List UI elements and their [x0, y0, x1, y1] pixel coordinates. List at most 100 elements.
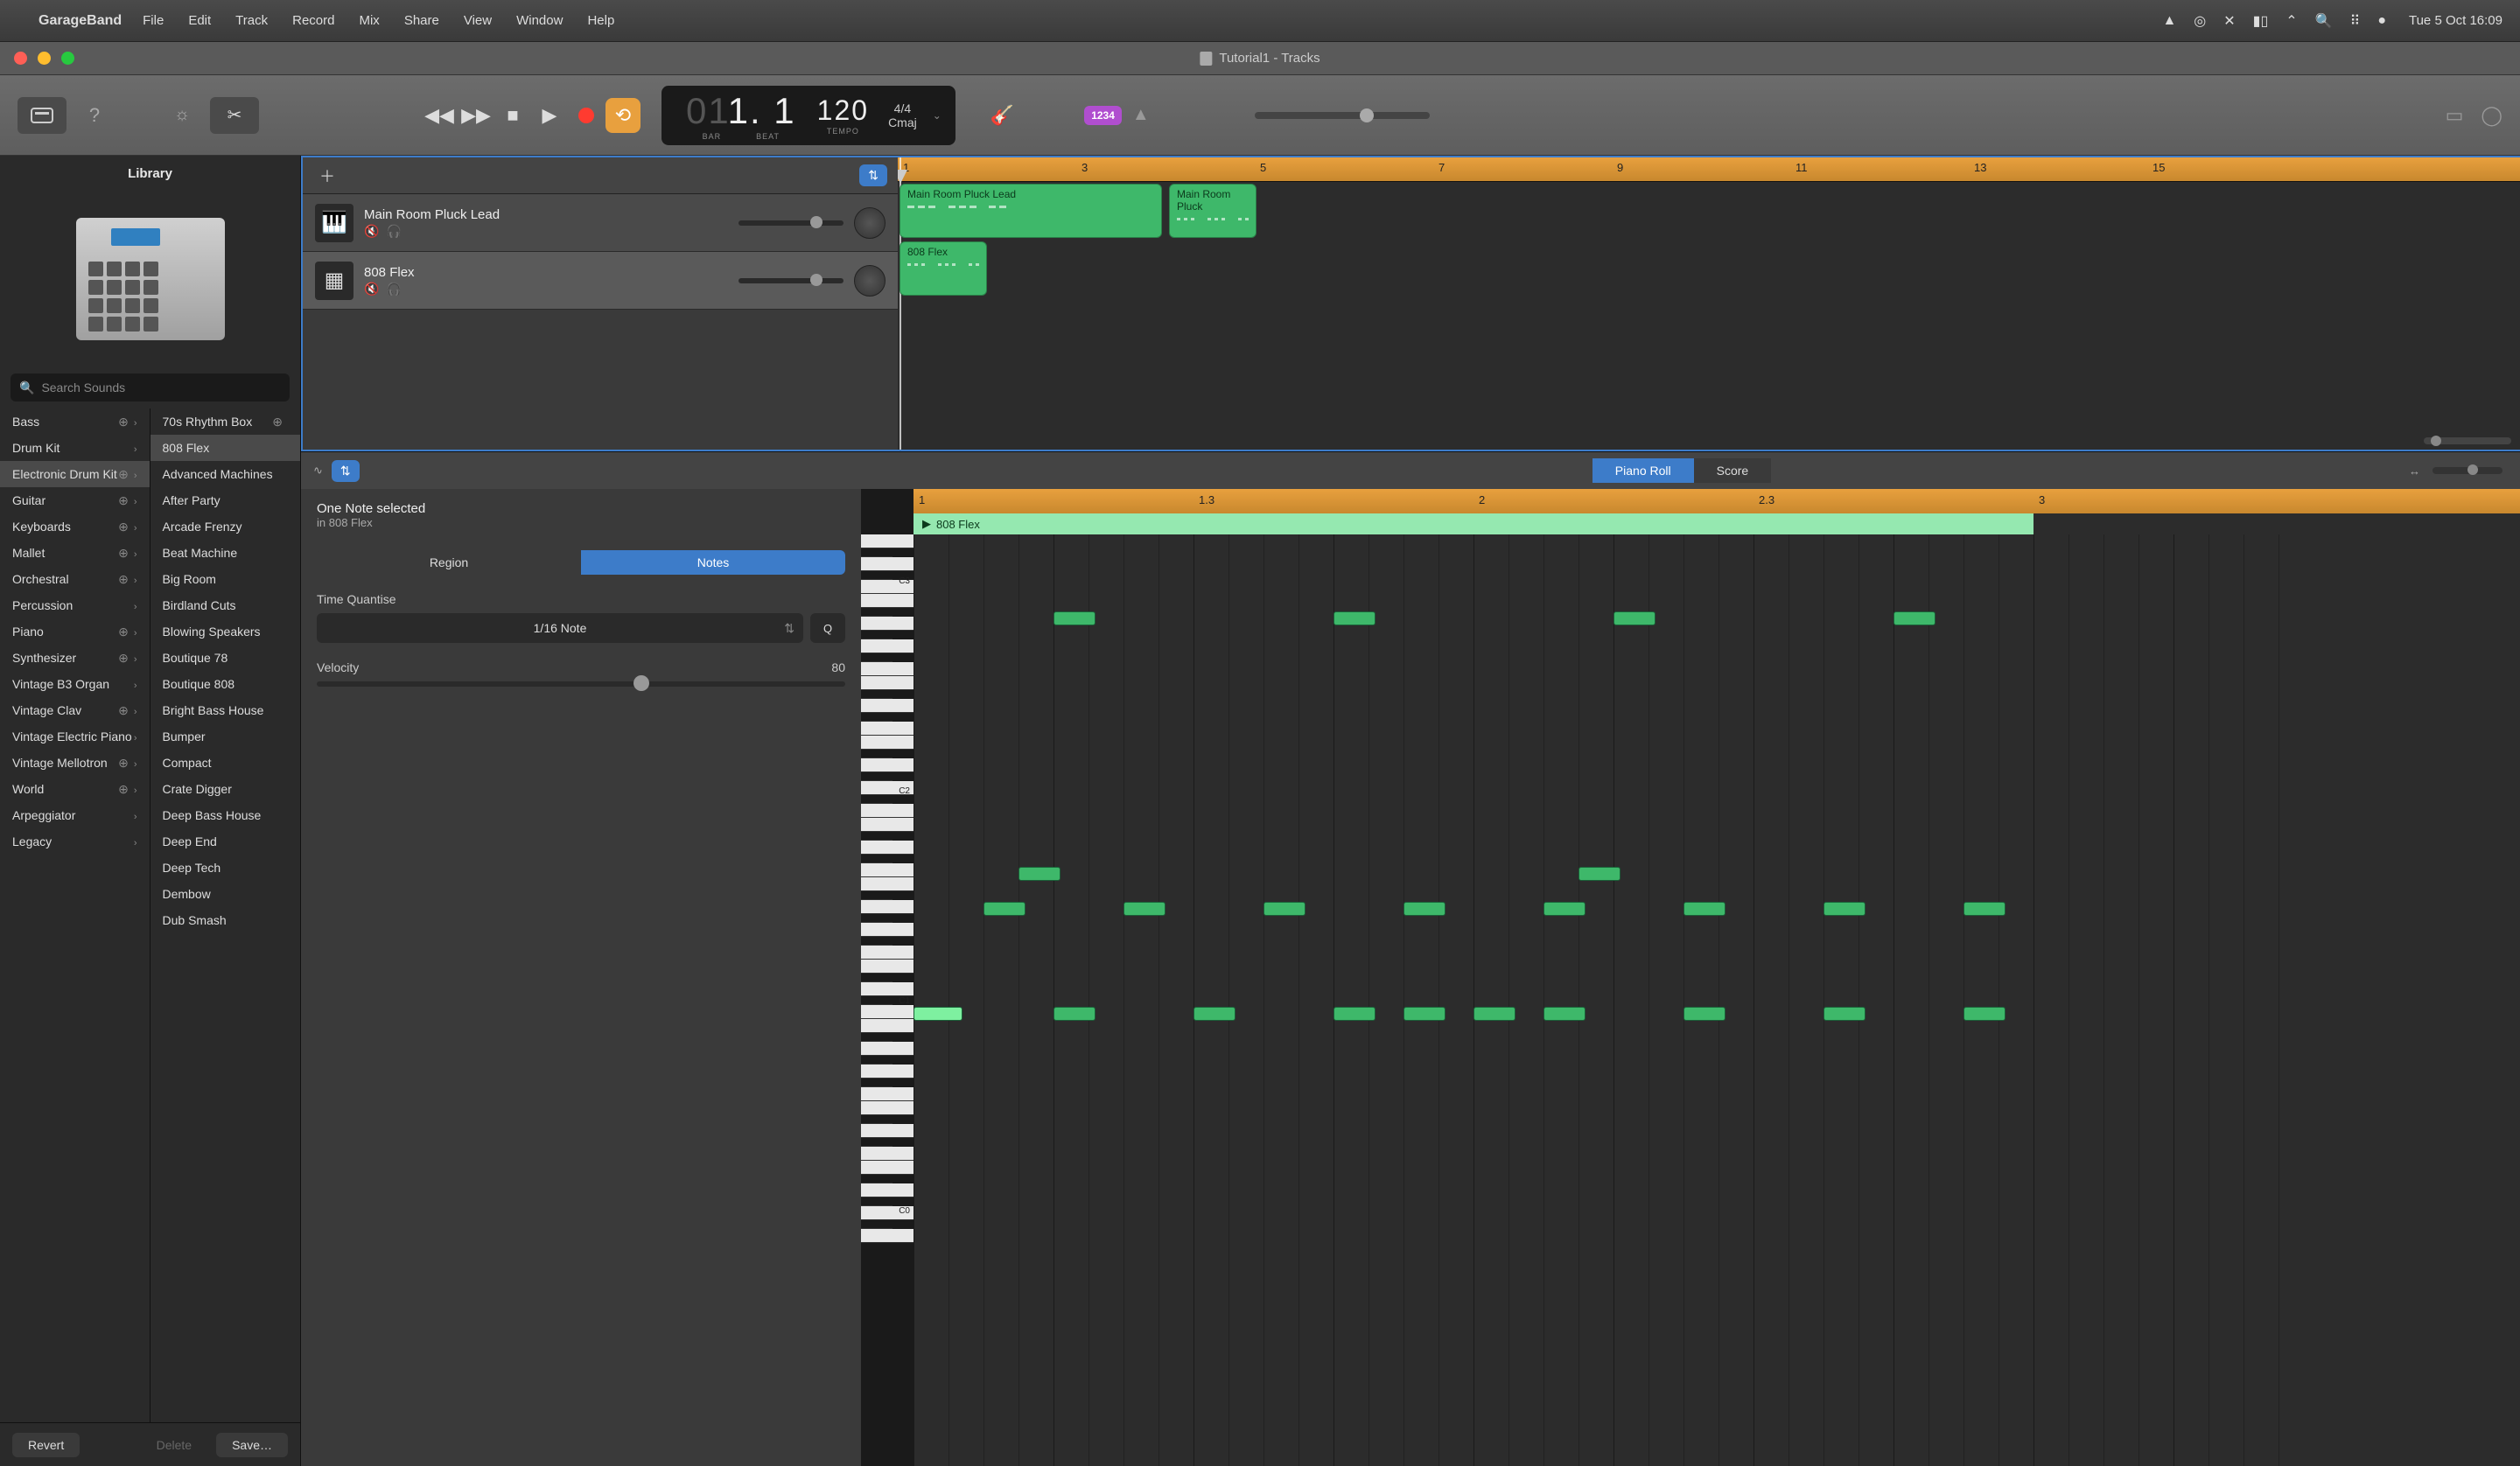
- headphone-button[interactable]: 🎧: [386, 224, 401, 239]
- metronome-button[interactable]: ▲: [1132, 105, 1150, 125]
- menu-help[interactable]: Help: [587, 13, 614, 28]
- library-toggle-button[interactable]: [18, 97, 66, 134]
- preset-item[interactable]: Bright Bass House: [150, 697, 301, 723]
- category-item[interactable]: Mallet⊕›: [0, 540, 150, 566]
- category-item[interactable]: Synthesizer⊕›: [0, 645, 150, 671]
- lcd-display[interactable]: 011. 1 BARBEAT 120 TEMPO 4/4 Cmaj ⌄: [662, 86, 956, 145]
- minimize-button[interactable]: [38, 52, 51, 65]
- smart-controls-button[interactable]: ☼: [158, 97, 206, 134]
- preset-item[interactable]: Dub Smash: [150, 907, 301, 933]
- preset-item[interactable]: Dembow: [150, 881, 301, 907]
- black-key[interactable]: [861, 1056, 892, 1065]
- region-header[interactable]: ▶ 808 Flex: [914, 513, 2034, 534]
- midi-note[interactable]: [1964, 902, 2006, 916]
- menu-mix[interactable]: Mix: [359, 13, 379, 28]
- midi-note[interactable]: [1614, 611, 1656, 625]
- black-key[interactable]: [861, 631, 892, 639]
- control-center-icon[interactable]: ⠿: [2350, 12, 2361, 30]
- midi-note[interactable]: [914, 1007, 962, 1021]
- black-key[interactable]: [861, 548, 892, 557]
- white-key[interactable]: [861, 1183, 914, 1197]
- white-key[interactable]: [861, 676, 914, 690]
- quick-help-button[interactable]: ?: [70, 97, 119, 134]
- black-key[interactable]: [861, 690, 892, 699]
- timeline-ruler[interactable]: 13579111315: [898, 157, 2520, 182]
- white-key[interactable]: [861, 1019, 914, 1033]
- time-quantise-select[interactable]: 1/16 Note ⇅: [317, 613, 803, 643]
- horizontal-zoom-slider[interactable]: [2424, 437, 2511, 444]
- white-key[interactable]: [861, 617, 914, 631]
- white-key[interactable]: [861, 1042, 914, 1056]
- user-icon[interactable]: ●: [2377, 13, 2386, 29]
- creative-cloud-icon[interactable]: ◎: [2194, 12, 2206, 30]
- time-signature[interactable]: 4/4: [894, 101, 911, 115]
- preset-item[interactable]: Birdland Cuts: [150, 592, 301, 618]
- clock[interactable]: Tue 5 Oct 16:09: [2409, 13, 2502, 28]
- category-item[interactable]: Vintage B3 Organ›: [0, 671, 150, 697]
- midi-note[interactable]: [1264, 902, 1306, 916]
- midi-note[interactable]: [1054, 611, 1096, 625]
- track-filter-button[interactable]: ⇅: [859, 164, 887, 186]
- battery-icon[interactable]: ▮▯: [2253, 12, 2269, 30]
- white-key[interactable]: [861, 1124, 914, 1138]
- preset-item[interactable]: 70s Rhythm Box⊕: [150, 408, 301, 435]
- piano-roll-grid[interactable]: [914, 534, 2520, 1466]
- white-key[interactable]: [861, 1147, 914, 1161]
- track-header-row[interactable]: 🎹 Main Room Pluck Lead 🔇 🎧: [303, 194, 898, 252]
- midi-note[interactable]: [1334, 611, 1376, 625]
- white-key[interactable]: [861, 804, 914, 818]
- preset-item[interactable]: Deep Bass House: [150, 802, 301, 828]
- white-key[interactable]: [861, 818, 914, 832]
- black-key[interactable]: [861, 1220, 892, 1229]
- black-key[interactable]: [861, 914, 892, 923]
- white-key[interactable]: [861, 1005, 914, 1019]
- midi-note[interactable]: [1334, 1007, 1376, 1021]
- region-tab[interactable]: Region: [317, 550, 581, 575]
- white-key[interactable]: [861, 960, 914, 974]
- white-key[interactable]: [861, 841, 914, 855]
- track-volume-thumb[interactable]: [810, 216, 822, 228]
- white-key[interactable]: [861, 736, 914, 750]
- black-key[interactable]: [861, 1197, 892, 1206]
- white-key[interactable]: [861, 534, 914, 548]
- preset-list[interactable]: 70s Rhythm Box⊕808 FlexAdvanced Machines…: [150, 408, 301, 1422]
- midi-note[interactable]: [1894, 611, 1936, 625]
- midi-note[interactable]: [1824, 1007, 1866, 1021]
- white-key[interactable]: [861, 594, 914, 608]
- black-key[interactable]: [861, 1115, 892, 1124]
- midi-note[interactable]: [1194, 1007, 1236, 1021]
- wifi-icon[interactable]: ⌃: [2286, 12, 2297, 30]
- tuner-icon[interactable]: 🎸: [990, 104, 1014, 127]
- notes-tab[interactable]: Notes: [581, 550, 845, 575]
- search-sounds-input[interactable]: 🔍 Search Sounds: [10, 373, 290, 401]
- midi-note[interactable]: [1404, 1007, 1446, 1021]
- category-item[interactable]: Keyboards⊕›: [0, 513, 150, 540]
- black-key[interactable]: [861, 653, 892, 662]
- white-key[interactable]: [861, 1065, 914, 1079]
- midi-note[interactable]: [1824, 902, 1866, 916]
- black-key[interactable]: [861, 855, 892, 863]
- white-key[interactable]: [861, 982, 914, 996]
- track-volume-thumb[interactable]: [810, 274, 822, 286]
- black-key[interactable]: [861, 974, 892, 982]
- black-key[interactable]: [861, 795, 892, 804]
- velocity-thumb[interactable]: [634, 675, 649, 691]
- category-item[interactable]: Bass⊕›: [0, 408, 150, 435]
- preset-item[interactable]: Boutique 808: [150, 671, 301, 697]
- preset-item[interactable]: Blowing Speakers: [150, 618, 301, 645]
- midi-note[interactable]: [1474, 1007, 1516, 1021]
- black-key[interactable]: [861, 713, 892, 722]
- piano-roll-zoom-slider[interactable]: [2432, 467, 2502, 474]
- category-item[interactable]: Electronic Drum Kit⊕›: [0, 461, 150, 487]
- black-key[interactable]: [861, 891, 892, 900]
- white-key[interactable]: [861, 699, 914, 713]
- midi-note[interactable]: [1544, 1007, 1586, 1021]
- preset-item[interactable]: After Party: [150, 487, 301, 513]
- piano-roll-ruler[interactable]: 11.322.33: [914, 489, 2520, 513]
- headphone-button[interactable]: 🎧: [386, 282, 401, 297]
- mute-button[interactable]: 🔇: [364, 282, 379, 297]
- track-header-row[interactable]: ▦ 808 Flex 🔇 🎧: [303, 252, 898, 310]
- category-item[interactable]: Percussion›: [0, 592, 150, 618]
- category-item[interactable]: Orchestral⊕›: [0, 566, 150, 592]
- midi-note[interactable]: [1404, 902, 1446, 916]
